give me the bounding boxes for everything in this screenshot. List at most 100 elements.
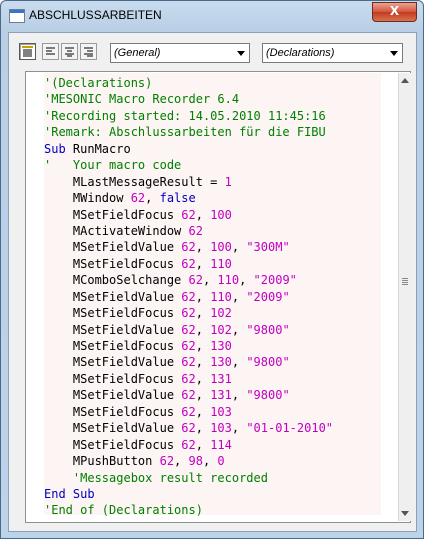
procedure-combo[interactable]: (Declarations) (262, 43, 403, 63)
object-combo[interactable]: (General) (110, 43, 250, 63)
code-line: 'Remark: Abschlussarbeiten für die FIBU (44, 124, 333, 140)
chevron-down-icon (237, 51, 245, 56)
code-token-plain: , (195, 256, 211, 271)
scroll-down-icon[interactable] (401, 511, 409, 516)
code-line: Sub RunMacro (44, 141, 333, 157)
code-token-plain: , (195, 437, 211, 452)
code-line: End Sub (44, 486, 333, 502)
module-view-icon (22, 46, 33, 57)
code-token-string: "9800" (246, 355, 290, 370)
vertical-scrollbar[interactable] (398, 73, 411, 521)
title-bar[interactable]: ABSCHLUSSARBEITEN X (1, 1, 423, 31)
code-token-plain: MComboSelchange (44, 273, 189, 288)
code-line: MSetFieldValue 62, 130, "9800" (44, 354, 333, 370)
close-button[interactable]: X (372, 2, 417, 22)
code-text: '(Declarations) 'MESONIC Macro Recorder 6… (44, 73, 333, 519)
code-token-number: 62 (181, 421, 196, 436)
code-token-plain: MSetFieldValue (44, 421, 182, 436)
code-line: MSetFieldValue 62, 102, "9800" (44, 322, 333, 338)
code-token-plain: MWindow (44, 191, 131, 206)
code-token-plain: , (195, 207, 211, 222)
code-token-plain: MPushButton (44, 454, 160, 469)
code-line: MSetFieldValue 62, 131, "9800" (44, 387, 333, 403)
window-client-area: (General) (Declarations) '(Declarations)… (8, 32, 417, 532)
align-right-button[interactable] (80, 43, 97, 60)
code-token-number: 110 (217, 273, 240, 288)
code-line: '(Declarations) (44, 75, 333, 91)
code-token-comment: 'Messagebox result recorded (44, 470, 268, 485)
code-token-plain: MSetFieldFocus (44, 404, 182, 419)
code-token-number: 102 (210, 306, 232, 321)
code-token-number: 130 (210, 355, 232, 370)
code-token-plain: , (174, 454, 189, 469)
code-token-plain: MSetFieldValue (44, 289, 182, 304)
code-line: MActivateWindow 62 (44, 223, 333, 239)
full-module-view-button[interactable] (19, 43, 36, 60)
code-token-number: 100 (210, 240, 232, 255)
code-token-comment: 'End of (Declarations) (44, 503, 203, 518)
code-token-number: 62 (181, 437, 196, 452)
code-line: 'MESONIC Macro Recorder 6.4 (44, 91, 333, 107)
align-center-icon (65, 47, 74, 57)
align-right-icon (84, 47, 93, 57)
code-token-plain: , (195, 421, 211, 436)
scroll-thumb-grip[interactable] (402, 278, 408, 286)
code-token-comment: 'MESONIC Macro Recorder 6.4 (44, 92, 240, 107)
align-left-button[interactable] (42, 43, 59, 60)
macro-editor-window: ABSCHLUSSARBEITEN X (General) (Declarati… (0, 0, 424, 539)
code-token-number: 62 (181, 256, 196, 271)
code-token-plain: RunMacro (65, 141, 131, 156)
code-line: MComboSelchange 62, 110, "2009" (44, 272, 333, 288)
chevron-down-icon (390, 51, 398, 56)
code-token-plain: , (202, 273, 218, 288)
window-icon (9, 9, 25, 23)
code-token-number: 62 (130, 191, 146, 206)
code-line: MSetFieldFocus 62, 130 (44, 338, 333, 354)
code-line: MSetFieldFocus 62, 103 (44, 404, 333, 420)
code-token-plain: MSetFieldFocus (44, 371, 182, 386)
align-left-icon (46, 47, 55, 55)
code-token-comment: 'Remark: Abschlussarbeiten für die FIBU (44, 125, 326, 140)
code-editor[interactable]: '(Declarations) 'MESONIC Macro Recorder 6… (25, 71, 411, 523)
code-token-plain: , (195, 355, 211, 370)
code-token-plain: , (195, 404, 211, 419)
code-token-plain: , (239, 273, 254, 288)
code-token-number: 62 (181, 371, 196, 386)
code-line: MWindow 62, false (44, 190, 333, 206)
code-token-keyword: Sub (44, 141, 66, 156)
code-token-string: "9800" (246, 322, 290, 337)
code-line: MLastMessageResult = 1 (44, 174, 333, 190)
code-token-number: 103 (210, 404, 232, 419)
object-combo-value: (General) (114, 47, 161, 59)
code-token-string: "01-01-2010" (246, 421, 334, 436)
code-token-number: 103 (210, 421, 232, 436)
code-line: MSetFieldValue 62, 110, "2009" (44, 289, 333, 305)
code-token-plain: MActivateWindow (44, 223, 189, 238)
code-area[interactable]: '(Declarations) 'MESONIC Macro Recorder 6… (44, 73, 381, 517)
code-token-number: 131 (210, 388, 232, 403)
code-token-comment: ' Your macro code (44, 158, 182, 173)
code-token-plain: , (231, 355, 247, 370)
code-token-plain: , (195, 306, 211, 321)
code-line: ' Your macro code (44, 157, 333, 173)
code-token-string: "2009" (253, 273, 297, 288)
scroll-up-icon[interactable] (401, 78, 409, 83)
code-token-number: 100 (210, 207, 232, 222)
code-token-plain: MSetFieldValue (44, 355, 182, 370)
code-line: MSetFieldValue 62, 100, "300M" (44, 239, 333, 255)
code-token-number: 62 (181, 240, 196, 255)
code-token-number: 98 (188, 454, 203, 469)
code-token-plain: , (195, 371, 211, 386)
code-token-number: 62 (181, 404, 196, 419)
code-token-number: 131 (210, 371, 232, 386)
code-token-number: 62 (181, 322, 196, 337)
code-token-plain: , (231, 421, 247, 436)
editor-margin (27, 73, 43, 521)
code-token-plain: , (195, 388, 211, 403)
align-center-button[interactable] (61, 43, 78, 60)
code-token-plain: , (231, 322, 247, 337)
code-line: MSetFieldFocus 62, 110 (44, 256, 333, 272)
code-token-plain: MSetFieldFocus (44, 339, 182, 353)
code-token-number: 0 (217, 454, 225, 469)
code-line: MPushButton 62, 98, 0 (44, 453, 333, 469)
